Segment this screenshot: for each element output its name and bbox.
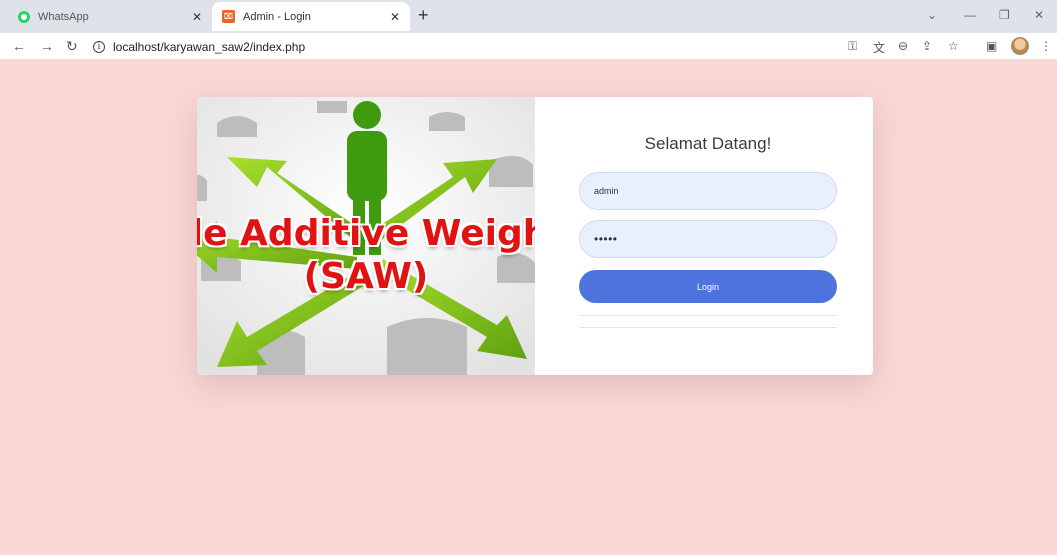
restore-icon[interactable]: ❐ [999, 8, 1010, 22]
close-icon[interactable]: ✕ [390, 10, 400, 24]
whatsapp-icon [18, 10, 30, 23]
login-button[interactable]: Login [579, 270, 837, 303]
hero-caption: ple Additive Weigh (SAW) [197, 213, 535, 297]
key-icon[interactable]: ⚿ [848, 39, 857, 54]
window-close-icon[interactable]: ✕ [1034, 8, 1044, 22]
saw-hero-image: ple Additive Weigh (SAW) [197, 97, 535, 375]
zoom-icon[interactable]: ⊖ [898, 39, 908, 53]
address-bar[interactable]: i localhost/karyawan_saw2/index.php [93, 36, 903, 57]
tab-admin-login[interactable]: ⌧ Admin - Login ✕ [212, 2, 410, 31]
welcome-heading: Selamat Datang! [644, 134, 772, 153]
password-input[interactable]: ••••• [579, 220, 837, 258]
new-tab-button[interactable]: + [418, 5, 429, 26]
reload-icon[interactable]: ↻ [66, 38, 78, 55]
divider [579, 315, 837, 316]
browser-toolbar: ← → ↻ i localhost/karyawan_saw2/index.ph… [0, 33, 1057, 60]
tab-title: WhatsApp [38, 10, 89, 23]
username-input[interactable]: admin [579, 172, 837, 210]
minimize-icon[interactable]: — [964, 8, 976, 22]
url-text[interactable]: localhost/karyawan_saw2/index.php [113, 40, 305, 54]
tab-title: Admin - Login [243, 10, 311, 23]
close-icon[interactable]: ✕ [192, 10, 202, 24]
tab-whatsapp[interactable]: WhatsApp ✕ [8, 2, 212, 31]
login-form: Selamat Datang! admin ••••• Login [579, 97, 837, 375]
divider [579, 327, 837, 328]
menu-kebab-icon[interactable]: ⋮ [1040, 39, 1052, 53]
login-card: ple Additive Weigh (SAW) Selamat Datang!… [197, 97, 873, 375]
tab-search-chevron-icon[interactable]: ⌄ [927, 8, 937, 22]
back-icon[interactable]: ← [12, 38, 26, 54]
share-icon[interactable]: ⇪ [922, 39, 932, 53]
admin-favicon-icon: ⌧ [222, 10, 235, 23]
side-panel-icon[interactable]: ▣ [986, 39, 997, 53]
hero-caption-line2: (SAW) [303, 256, 429, 297]
forward-icon[interactable]: → [40, 38, 54, 54]
browser-tab-bar: WhatsApp ✕ ⌧ Admin - Login ✕ + ⌄ — ❐ ✕ [0, 0, 1057, 33]
translate-icon[interactable]: 文 [873, 39, 885, 56]
profile-avatar[interactable] [1011, 37, 1029, 55]
info-icon[interactable]: i [93, 40, 105, 53]
bookmark-star-icon[interactable]: ☆ [948, 39, 959, 53]
hero-caption-line1: ple Additive Weigh [197, 213, 535, 254]
